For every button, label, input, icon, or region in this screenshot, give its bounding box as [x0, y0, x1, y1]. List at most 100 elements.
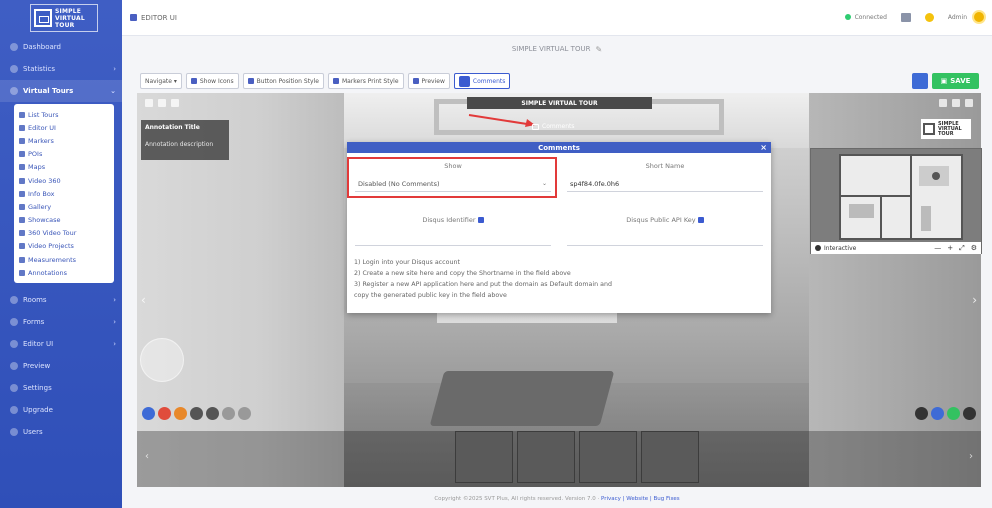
save-button[interactable]: ▣ SAVE: [932, 73, 979, 89]
identifier-label: Disqus Identifier: [422, 216, 476, 224]
viewer-left-control-icon[interactable]: [142, 407, 155, 420]
submenu-label: Showcase: [28, 216, 61, 225]
map-icon[interactable]: [171, 99, 179, 107]
thumbs-next-arrow-icon[interactable]: ›: [969, 451, 973, 462]
room-thumbnail[interactable]: [455, 431, 513, 483]
help-icon[interactable]: [697, 217, 704, 223]
user-menu[interactable]: Admin: [948, 10, 986, 24]
chevron-down-icon: ⌄: [541, 180, 547, 187]
markers-print-style-button[interactable]: Markers Print Style: [327, 73, 404, 89]
sidebar-item-virtual-tours[interactable]: Virtual Tours ⌄: [0, 80, 122, 102]
viewer-left-control-icon[interactable]: [222, 407, 235, 420]
theme-icon[interactable]: [924, 12, 934, 22]
next-room-arrow-icon[interactable]: ›: [972, 293, 977, 307]
shortname-input[interactable]: sp4f84.0fe.0h6: [567, 176, 763, 192]
edit-pencil-icon[interactable]: ✎: [595, 45, 602, 54]
viewer-left-control-icon[interactable]: [206, 407, 219, 420]
sidebar-item-upgrade[interactable]: Upgrade: [0, 399, 122, 421]
room-thumbnail[interactable]: [579, 431, 637, 483]
viewer-left-control-icon[interactable]: [174, 407, 187, 420]
viewer-left-control-icon[interactable]: [190, 407, 203, 420]
logo[interactable]: SIMPLE VIRTUAL TOUR: [0, 0, 122, 36]
submenu-item[interactable]: Markers: [14, 134, 114, 147]
toolbar-label: Preview: [421, 77, 445, 85]
help-line: 2) Create a new site here and copy the S…: [354, 270, 571, 277]
submenu-item[interactable]: Gallery: [14, 200, 114, 213]
logo-mark-icon: [34, 9, 52, 27]
close-icon[interactable]: ×: [760, 143, 767, 152]
fullscreen-icon[interactable]: [939, 99, 947, 107]
comments-toggle[interactable]: Comments: [453, 73, 511, 89]
list-icon[interactable]: [158, 99, 166, 107]
avatar: [972, 10, 986, 24]
info-icon: [19, 190, 25, 197]
viewer-right-control-icon[interactable]: [963, 407, 976, 420]
help-icon[interactable]: [477, 217, 484, 223]
show-select-value: Disabled (No Comments): [358, 179, 440, 188]
sidebar-item-dashboard[interactable]: Dashboard: [0, 36, 122, 58]
viewer-right-control-icon[interactable]: [915, 407, 928, 420]
submenu-item[interactable]: List Tours: [14, 108, 114, 121]
sidebar-item-preview[interactable]: Preview: [0, 355, 122, 377]
show-icons-button[interactable]: Show Icons: [185, 73, 239, 89]
logo-text: SIMPLE VIRTUAL TOUR: [55, 8, 85, 29]
sidebar-item-settings[interactable]: Settings: [0, 377, 122, 399]
video-tour-icon: [19, 230, 25, 237]
notifications-icon[interactable]: [900, 12, 911, 22]
sidebar-item-rooms[interactable]: Rooms ›: [0, 289, 122, 311]
submenu-item[interactable]: Maps: [14, 161, 114, 174]
viewer-right-control-icon[interactable]: [931, 407, 944, 420]
vr-icon[interactable]: [965, 99, 973, 107]
viewer-left-control-icon[interactable]: [158, 407, 171, 420]
comments-dialog: Comments × Show Disabled (No Comments) ⌄…: [347, 142, 771, 313]
sidebar-item-editor-ui[interactable]: Editor UI ›: [0, 333, 122, 355]
map-zoom-in-icon[interactable]: +: [947, 244, 953, 253]
footer-links[interactable]: Privacy | Website | Bug Fixes: [601, 496, 680, 502]
prev-room-arrow-icon[interactable]: ‹: [141, 293, 146, 307]
sidebar-item-label: Editor UI: [23, 340, 54, 349]
identifier-input[interactable]: [355, 230, 551, 246]
submenu-item[interactable]: POIs: [14, 148, 114, 161]
map-expand-icon[interactable]: ⤢: [959, 244, 965, 253]
publickey-input[interactable]: [567, 230, 763, 246]
viewer-comments-button[interactable]: Comments: [532, 123, 575, 130]
thumbs-prev-arrow-icon[interactable]: ‹: [145, 451, 149, 462]
floorplan-map-panel[interactable]: Interactive — + ⤢ ⚙: [810, 148, 982, 254]
editor-toolbar: Navigate ▾ Show Icons Button Position St…: [140, 73, 511, 89]
button-position-style-button[interactable]: Button Position Style: [242, 73, 324, 89]
room-thumbnail[interactable]: [641, 431, 699, 483]
sidebar-item-statistics[interactable]: Statistics ›: [0, 58, 122, 80]
submenu-item[interactable]: Info Box: [14, 187, 114, 200]
share-icon[interactable]: [952, 99, 960, 107]
viewer-bottom-left-controls: [142, 407, 251, 420]
submenu-item[interactable]: Video Projects: [14, 240, 114, 253]
navigate-dropdown[interactable]: Navigate ▾: [140, 73, 182, 89]
room-thumbnail[interactable]: [517, 431, 575, 483]
sidebar-item-forms[interactable]: Forms ›: [0, 311, 122, 333]
sidebar-item-label: Rooms: [23, 296, 47, 305]
submenu-item[interactable]: Editor UI: [14, 121, 114, 134]
tour-title-bar: SIMPLE VIRTUAL TOUR ✎: [122, 38, 992, 60]
preview-button[interactable]: Preview: [407, 73, 450, 89]
submenu-item[interactable]: Annotations: [14, 266, 114, 279]
map-settings-icon[interactable]: ⚙: [971, 244, 977, 253]
viewer-right-control-icon[interactable]: [947, 407, 960, 420]
submenu-item[interactable]: Showcase: [14, 214, 114, 227]
joystick-control[interactable]: [140, 338, 184, 382]
submenu-item[interactable]: 360 Video Tour: [14, 227, 114, 240]
comments-icon: [532, 123, 539, 130]
menu-icon[interactable]: [145, 99, 153, 107]
virtual-tours-icon: [10, 87, 18, 95]
logo-line-2: VIRTUAL: [55, 14, 85, 22]
submenu-item[interactable]: Measurements: [14, 253, 114, 266]
submenu-label: Video Projects: [28, 242, 74, 251]
sidebar-item-label: Dashboard: [23, 43, 61, 51]
submenu-item[interactable]: Video 360: [14, 174, 114, 187]
red-arrow-annotation-icon: [468, 114, 535, 127]
map-zoom-out-icon[interactable]: —: [934, 244, 941, 253]
sidebar-item-users[interactable]: Users: [0, 421, 122, 443]
open-preview-button[interactable]: [912, 73, 928, 89]
viewer-left-control-icon[interactable]: [238, 407, 251, 420]
publickey-label-wrap: Disqus Public API Key: [565, 216, 765, 224]
show-select[interactable]: Disabled (No Comments) ⌄: [355, 176, 551, 192]
